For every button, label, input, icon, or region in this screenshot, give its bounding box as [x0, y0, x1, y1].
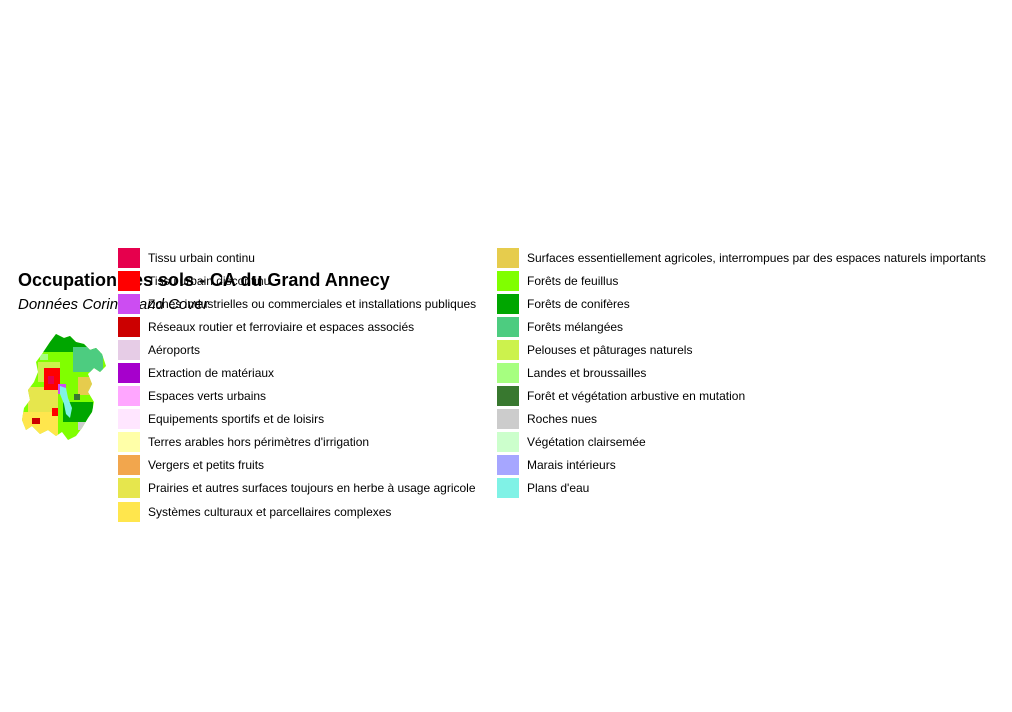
legend-swatch [497, 363, 519, 384]
legend-swatch [118, 270, 140, 291]
legend-column-left: Tissu urbain continu Tissu urbain discont… [118, 246, 476, 523]
legend-item: Aéroports [118, 338, 476, 361]
legend-label: Tissu urbain discontinu [148, 273, 271, 288]
legend-label: Landes et broussailles [527, 366, 647, 381]
legend-item: Forêt et végétation arbustive en mutatio… [497, 385, 986, 408]
legend-label: Vergers et petits fruits [148, 458, 265, 473]
legend-label: Roches nues [527, 412, 598, 427]
legend-column-right: Surfaces essentiellement agricoles, inte… [497, 246, 986, 500]
legend-label: Tissu urbain continu [148, 250, 255, 265]
legend-swatch [497, 409, 519, 430]
legend-item: Vergers et petits fruits [118, 454, 476, 477]
legend-label: Terres arables hors périmètres d'irrigat… [148, 435, 370, 450]
legend-item: Systèmes culturaux et parcellaires compl… [118, 500, 476, 523]
legend-item: Prairies et autres surfaces toujours en … [118, 477, 476, 500]
legend-swatch [497, 339, 519, 360]
legend-label: Equipements sportifs et de loisirs [148, 412, 325, 427]
legend-label: Réseaux routier et ferroviaire et espace… [148, 319, 415, 334]
legend-swatch [118, 501, 140, 522]
legend-swatch [118, 293, 140, 314]
legend-label: Marais intérieurs [527, 458, 616, 473]
legend-label: Espaces verts urbains [148, 389, 267, 404]
legend-item: Landes et broussailles [497, 361, 986, 384]
legend-label: Zones industrielles ou commerciales et i… [148, 296, 477, 311]
legend-label: Forêt et végétation arbustive en mutatio… [527, 389, 746, 404]
legend-item: Roches nues [497, 408, 986, 431]
legend-swatch [497, 432, 519, 453]
legend-swatch [118, 363, 140, 384]
legend-label: Aéroports [148, 342, 201, 357]
legend-item: Végétation clairsemée [497, 431, 986, 454]
legend-item: Forêts de conifères [497, 292, 986, 315]
legend-swatch [118, 455, 140, 476]
legend-swatch [497, 455, 519, 476]
legend-label: Surfaces essentiellement agricoles, inte… [527, 250, 986, 265]
legend-item: Surfaces essentiellement agricoles, inte… [497, 246, 986, 269]
legend-label: Prairies et autres surfaces toujours en … [148, 481, 476, 496]
legend-label: Plans d'eau [527, 481, 590, 496]
legend-swatch [497, 478, 519, 499]
legend-item: Forêts de feuillus [497, 269, 986, 292]
legend-item: Pelouses et pâturages naturels [497, 338, 986, 361]
legend-swatch [118, 316, 140, 337]
legend-item: Espaces verts urbains [118, 385, 476, 408]
legend-item: Tissu urbain discontinu [118, 269, 476, 292]
legend-swatch [118, 386, 140, 407]
legend-label: Forêts de conifères [527, 296, 630, 311]
legend-swatch [497, 247, 519, 268]
legend-swatch [118, 478, 140, 499]
legend-swatch [118, 247, 140, 268]
legend-swatch [497, 386, 519, 407]
legend-label: Extraction de matériaux [148, 366, 275, 381]
legend-swatch [118, 432, 140, 453]
legend-label: Forêts de feuillus [527, 273, 619, 288]
legend-item: Plans d'eau [497, 477, 986, 500]
legend-item: Equipements sportifs et de loisirs [118, 408, 476, 431]
legend-swatch [118, 409, 140, 430]
legend-item: Réseaux routier et ferroviaire et espace… [118, 315, 476, 338]
legend-label: Pelouses et pâturages naturels [527, 342, 693, 357]
legend-label: Forêts mélangées [527, 319, 624, 334]
legend-swatch [497, 316, 519, 337]
legend-item: Extraction de matériaux [118, 361, 476, 384]
legend-swatch [118, 339, 140, 360]
legend-label: Systèmes culturaux et parcellaires compl… [148, 504, 392, 519]
legend-swatch [497, 270, 519, 291]
legend-label: Végétation clairsemée [527, 435, 646, 450]
legend-item: Zones industrielles ou commerciales et i… [118, 292, 476, 315]
legend-item: Forêts mélangées [497, 315, 986, 338]
legend-item: Marais intérieurs [497, 454, 986, 477]
legend-item: Tissu urbain continu [118, 246, 476, 269]
legend-swatch [497, 293, 519, 314]
land-cover-map [22, 334, 106, 440]
legend-item: Terres arables hors périmètres d'irrigat… [118, 431, 476, 454]
